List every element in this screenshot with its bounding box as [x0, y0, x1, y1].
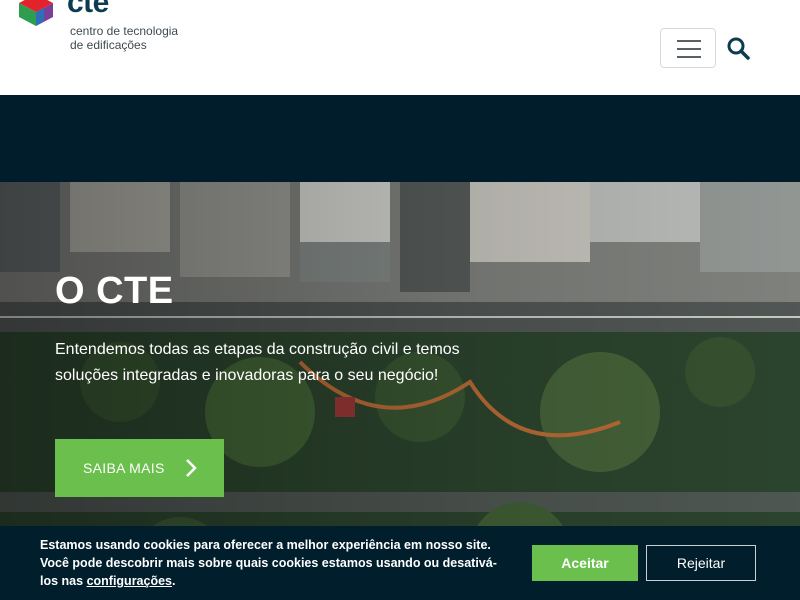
accept-cookies-button[interactable]: Aceitar	[532, 545, 638, 581]
search-icon[interactable]	[726, 36, 750, 60]
reject-cookies-button[interactable]: Rejeitar	[646, 545, 756, 581]
logo-subtitle: centro de tecnologia de edificações	[70, 24, 178, 52]
cookie-message: Estamos usando cookies para oferecer a m…	[40, 536, 510, 590]
cookie-message-line1: Estamos usando cookies para oferecer a m…	[40, 538, 491, 552]
hamburger-icon	[677, 40, 701, 42]
hero-description: Entendemos todas as etapas da construção…	[55, 341, 460, 384]
logo-subtitle-line1: centro de tecnologia	[70, 24, 179, 38]
saiba-mais-label: SAIBA MAIS	[83, 460, 165, 476]
logo-wordmark[interactable]: cte	[67, 0, 109, 20]
dark-band	[0, 95, 800, 182]
cookie-consent-bar: Estamos usando cookies para oferecer a m…	[0, 526, 800, 600]
logo-subtitle-line2: de edificações	[70, 38, 147, 52]
saiba-mais-button[interactable]: SAIBA MAIS	[55, 439, 224, 497]
cookie-period: .	[172, 574, 176, 588]
menu-toggle-button[interactable]	[660, 28, 716, 68]
hamburger-icon	[677, 48, 701, 50]
cookie-message-line2: Você pode descobrir mais sobre quais coo…	[40, 554, 510, 590]
cube-logo-icon[interactable]	[19, 0, 53, 26]
chevron-right-icon	[186, 459, 197, 477]
hero-title: O CTE	[55, 270, 174, 312]
cookie-settings-link[interactable]: configurações	[87, 574, 172, 588]
hamburger-icon	[677, 56, 701, 58]
site-header: cte centro de tecnologia de edificações	[0, 0, 800, 95]
